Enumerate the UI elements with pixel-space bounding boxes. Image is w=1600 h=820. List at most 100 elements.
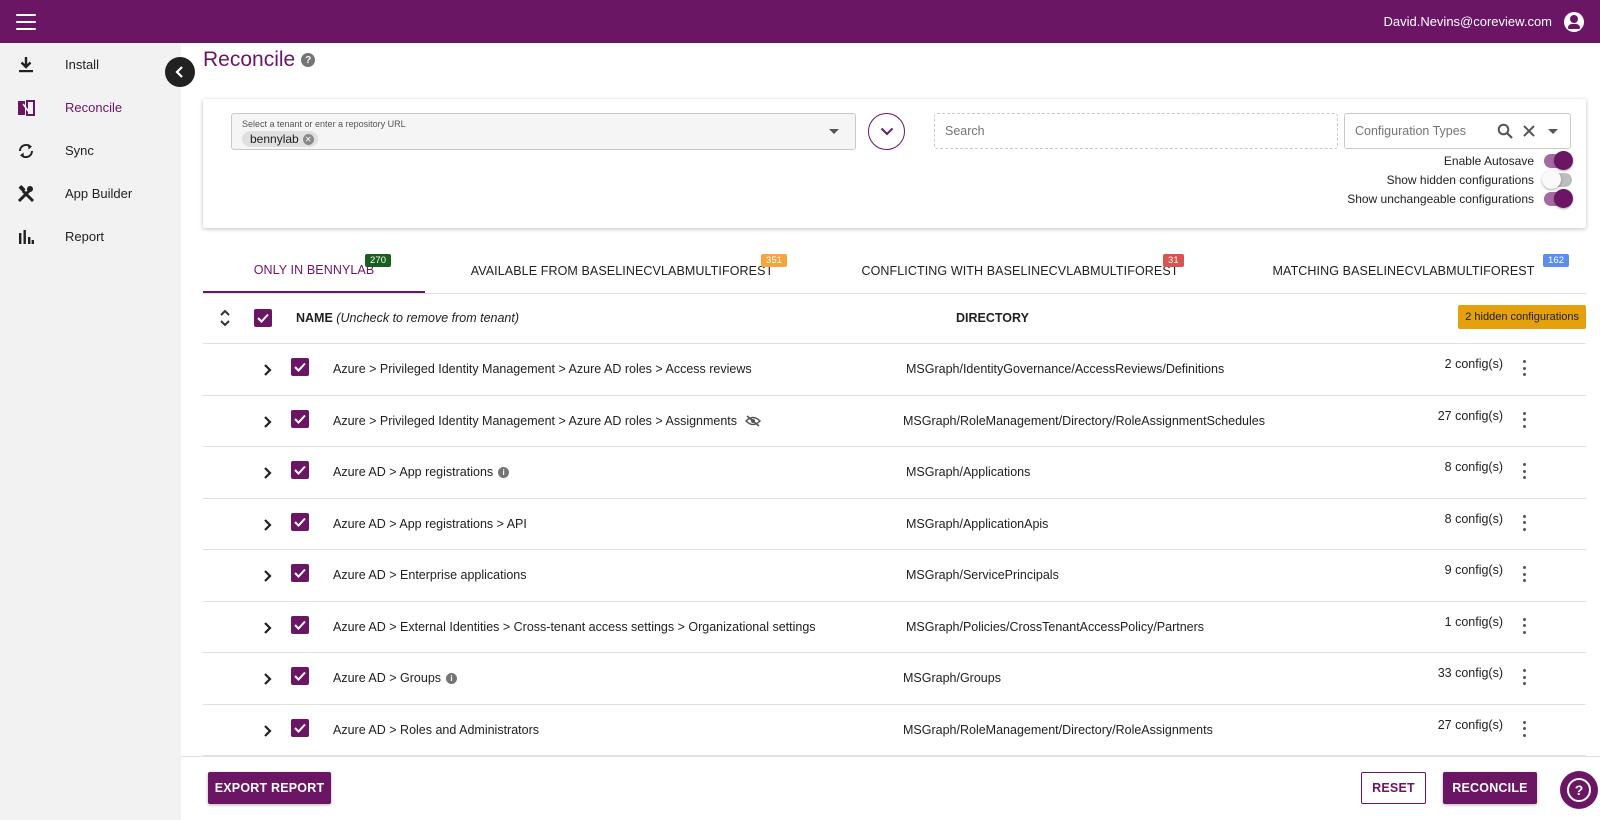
filter-panel: Select a tenant or enter a repository UR… [203,99,1586,228]
sidebar-item-report[interactable]: Report [0,215,181,258]
sidebar-item-sync[interactable]: Sync [0,129,181,172]
sidebar-item-label: Install [65,57,99,72]
reconcile-icon [16,98,36,118]
row-checkbox[interactable] [291,564,309,582]
row-config-count: 27 config(s) [1437,717,1503,732]
chevron-down-icon [880,127,893,136]
table-row[interactable]: Azure AD > Roles and Administrators MSGra… [203,705,1586,756]
chevron-right-icon[interactable] [261,672,275,686]
table-row[interactable]: Azure > Privileged Identity Management >… [203,344,1586,396]
toggle-enable-autosave[interactable]: Enable Autosave [1444,151,1573,170]
hidden-configurations-badge[interactable]: 2 hidden configurations [1458,305,1586,329]
chevron-right-icon[interactable] [261,363,275,377]
tab-label: ONLY IN BENNYLAB [253,263,375,277]
chevron-right-icon[interactable] [261,621,275,635]
chevron-right-icon[interactable] [261,518,275,532]
page-header: Reconcile ? [203,48,316,72]
row-directory: MSGraph/RoleManagement/Directory/RoleAss… [903,722,1213,737]
tab-count-badge: 270 [365,254,392,267]
show-unchangeable-switch[interactable] [1544,189,1573,208]
reconcile-button[interactable]: RECONCILE [1443,772,1537,804]
sidebar-item-reconcile[interactable]: Reconcile [0,86,181,129]
question-icon: ? [1567,778,1591,802]
tab-count-badge: 31 [1163,254,1184,267]
tab-only-in-bennylab[interactable]: ONLY IN BENNYLAB 270 [203,249,425,293]
tab-conflicting-with[interactable]: CONFLICTING WITH BASELINECVLABMULTIFORES… [819,249,1221,293]
directory-column-header[interactable]: DIRECTORY [956,311,1029,325]
show-hidden-switch[interactable] [1542,170,1572,189]
row-checkbox[interactable] [291,512,309,531]
tab-matching[interactable]: MATCHING BASELINECVLABMULTIFOREST 162 [1221,249,1586,293]
account-icon[interactable] [1564,11,1584,32]
reset-button[interactable]: RESET [1361,772,1426,804]
row-checkbox[interactable] [291,718,309,737]
row-name: Azure AD > Groups i [333,671,458,685]
autosave-switch[interactable] [1544,151,1573,170]
toggle-show-hidden[interactable]: Show hidden configurations [1386,170,1572,189]
table-row[interactable]: Azure AD > App registrations i MSGraph/App… [203,447,1586,499]
row-config-count: 33 config(s) [1437,666,1503,680]
row-checkbox[interactable] [291,615,309,634]
chevron-right-icon[interactable] [261,415,275,429]
collapse-sidebar-button[interactable] [165,57,195,87]
more-vert-icon[interactable] [1518,667,1530,687]
more-vert-icon[interactable] [1518,564,1530,584]
more-vert-icon[interactable] [1518,410,1530,430]
tools-icon [16,184,36,204]
row-checkbox[interactable] [291,461,309,479]
table-body: Azure > Privileged Identity Management >… [203,344,1586,756]
info-icon[interactable]: i [446,672,458,684]
table-row[interactable]: Azure AD > App registrations > API MSGrap… [203,499,1586,550]
more-vert-icon[interactable] [1518,358,1530,378]
expand-collapse-all-icon[interactable] [217,308,233,328]
table-row[interactable]: Azure > Privileged Identity Management >… [203,396,1586,447]
row-directory: MSGraph/Policies/CrossTenantAccessPolicy… [906,619,1205,634]
tab-label: CONFLICTING WITH BASELINECVLABMULTIFORES… [861,264,1179,278]
toggle-label: Show hidden configurations [1386,173,1534,187]
row-checkbox[interactable] [291,409,309,428]
more-vert-icon[interactable] [1518,513,1530,533]
configuration-types-select[interactable]: Configuration Types [1344,113,1571,149]
clear-icon[interactable] [1520,122,1538,140]
eye-off-icon [745,414,762,427]
table-row[interactable]: Azure AD > Groups i MSGraph/Groups 33 confi… [203,653,1586,705]
table-row[interactable]: Azure AD > Enterprise applications MSGrap… [203,550,1586,602]
name-column-header[interactable]: NAME (Uncheck to remove from tenant) [296,311,519,325]
tab-available-from[interactable]: AVAILABLE FROM BASELINECVLABMULTIFOREST … [425,249,819,293]
expand-filters-button[interactable] [868,113,905,150]
row-config-count: 8 config(s) [1444,511,1503,526]
row-checkbox[interactable] [291,667,309,685]
sidebar-item-install[interactable]: Install [0,43,181,86]
chevron-left-icon [175,66,183,78]
select-all-checkbox[interactable] [254,309,272,327]
help-button[interactable]: ? [1560,771,1598,809]
export-report-button[interactable]: EXPORT REPORT [208,772,331,804]
more-vert-icon[interactable] [1518,461,1530,481]
more-vert-icon[interactable] [1518,719,1530,739]
tab-label: AVAILABLE FROM BASELINECVLABMULTIFOREST [470,264,774,278]
row-name: Azure > Privileged Identity Management >… [333,414,762,428]
dropdown-arrow-icon[interactable] [1548,128,1558,134]
page-title: Reconcile [203,48,296,71]
chevron-right-icon[interactable] [261,724,275,738]
row-checkbox[interactable] [291,358,309,376]
chip-remove-icon[interactable]: ✕ [302,133,314,145]
more-vert-icon[interactable] [1518,616,1530,636]
report-icon [16,227,36,247]
chevron-right-icon[interactable] [261,466,275,480]
dropdown-arrow-icon[interactable] [829,129,839,134]
search-icon[interactable] [1496,122,1514,140]
chevron-right-icon[interactable] [261,569,275,583]
search-input[interactable] [934,113,1338,149]
tab-label: MATCHING BASELINECVLABMULTIFOREST [1272,264,1535,278]
tenant-select[interactable]: Select a tenant or enter a repository UR… [231,113,856,150]
user-email: David.Nevins@coreview.com [1383,14,1552,29]
help-icon[interactable]: ? [301,53,316,67]
sidebar-item-app-builder[interactable]: App Builder [0,172,181,215]
sidebar: Install Reconcile Sync App Builder Repor… [0,43,181,820]
info-icon[interactable]: i [498,466,510,478]
sidebar-item-label: Reconcile [65,100,123,115]
hamburger-menu-icon[interactable] [16,13,36,30]
table-row[interactable]: Azure AD > External Identities > Cross-t… [203,602,1586,653]
toggle-show-unchangeable[interactable]: Show unchangeable configurations [1347,189,1573,208]
